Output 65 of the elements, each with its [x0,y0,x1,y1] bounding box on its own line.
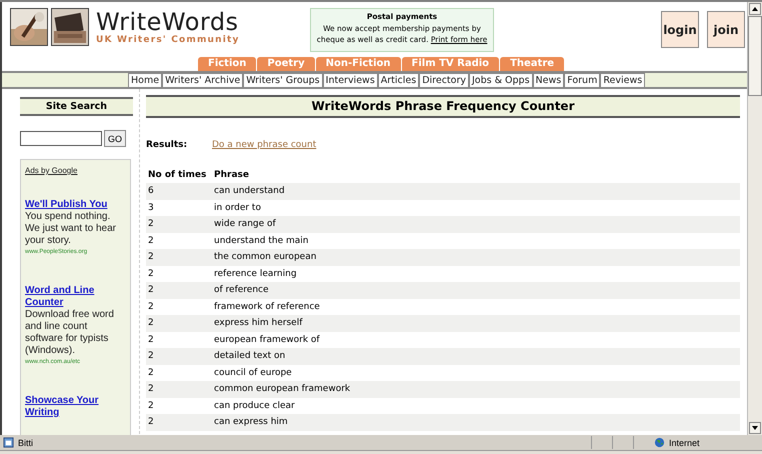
table-cell: 2 [146,332,210,348]
table-cell: european framework of [210,332,740,348]
nav-tab[interactable]: Forum [564,73,600,87]
table-cell: council of europe [210,364,740,381]
table-cell: in order to [210,200,740,216]
scroll-down-icon[interactable] [749,422,761,434]
table-cell: 2 [146,216,210,232]
new-phrase-count-link[interactable]: Do a new phrase count [212,140,316,150]
ad-text: Download free word and line count software for typists (Windows). [25,309,115,357]
table-cell: 2 [146,232,210,249]
results-label: Results: [146,140,188,150]
ad-title-link[interactable]: Word and Line Counter [25,285,126,309]
ad-text: You spend nothing. We just want to hear your story. [25,211,117,247]
table-cell: can understand [210,183,740,200]
table-cell: 2 [146,364,210,381]
table-cell: framework of reference [210,298,740,315]
nav-tab[interactable]: Articles [378,73,420,87]
search-field[interactable] [20,131,102,146]
table-cell: 3 [146,200,210,216]
ads-by-google-link[interactable]: Ads by Google [25,166,126,175]
site-logo-title[interactable]: WriteWords [96,9,240,35]
table-cell: express him herself [210,315,740,332]
table-cell: 2 [146,266,210,282]
table-cell: 2 [146,298,210,315]
nav-tab[interactable]: Writers' Archive [162,73,244,87]
nav-tab[interactable]: News [532,73,564,87]
table-cell: 2 [146,414,210,430]
globe-icon [654,437,665,448]
join-button[interactable]: join [707,11,745,48]
table-cell: 2 [146,398,210,414]
table-cell: can express him [210,414,740,430]
table-cell: 2 [146,249,210,266]
table-cell: 6 [146,183,210,200]
table-cell: 2 [146,348,210,364]
ad-title-link[interactable]: Showcase Your Writing [25,395,126,419]
nav-tab[interactable]: Jobs & Opps [469,73,533,87]
login-button[interactable]: login [661,11,699,48]
nav-tab[interactable]: Home [128,73,162,87]
table-cell: common european framework [210,381,740,398]
table-cell: the common european [210,249,740,266]
scroll-up-icon[interactable] [749,3,761,15]
nav-tab[interactable]: Directory [419,73,469,87]
table-cell: 2 [146,315,210,332]
table-cell: 2 [146,381,210,398]
status-text: Bitti [18,438,34,448]
go-button[interactable]: GO [104,130,126,147]
table-cell: can produce clear [210,398,740,414]
table-cell: of reference [210,282,740,298]
zone-text: Internet [669,438,701,448]
nav-tab[interactable]: Reviews [600,73,646,87]
page-icon [3,437,14,448]
table-cell: understand the main [210,232,740,249]
site-tagline: UK Writers' Community [96,35,240,45]
ad-title-link[interactable]: We'll Publish You [25,199,126,211]
scrollbar-thumb[interactable] [748,16,762,96]
table-cell: 2 [146,282,210,298]
page-title-bar: WriteWords Phrase Frequency Counter [146,95,740,118]
column-header: No of times [146,167,210,183]
nav-tab[interactable]: Interviews [322,73,378,87]
table-cell: detailed text on [210,348,740,364]
table-cell: reference learning [210,266,740,282]
nav-tab[interactable]: Writers' Groups [243,73,323,87]
site-search-heading: Site Search [20,97,133,116]
column-header: Phrase [210,167,740,183]
table-cell: wide range of [210,216,740,232]
